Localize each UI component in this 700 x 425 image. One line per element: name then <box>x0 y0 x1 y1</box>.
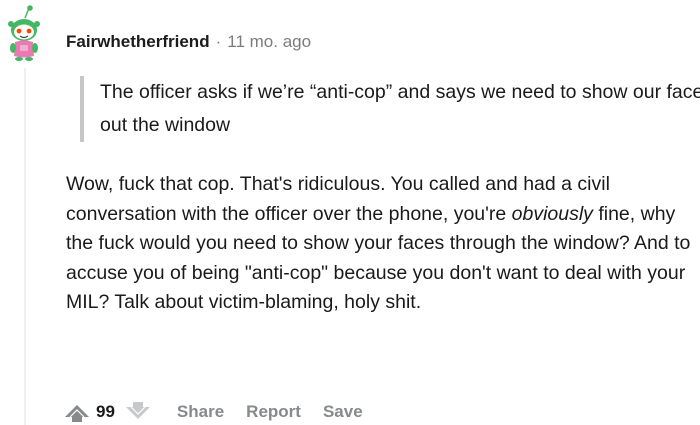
downvote-icon[interactable] <box>123 400 153 424</box>
comment-body-emphasis: obviously <box>511 202 593 225</box>
author-name[interactable]: Fairwhetherfriend <box>66 32 210 51</box>
avatar-icon[interactable] <box>6 4 42 64</box>
save-button[interactable]: Save <box>323 402 363 422</box>
upvote-icon[interactable] <box>62 400 92 424</box>
vote-score: 99 <box>96 402 115 421</box>
comment-actions: 99 Share Report Save <box>62 400 385 424</box>
share-button[interactable]: Share <box>177 402 224 422</box>
report-button[interactable]: Report <box>246 402 301 422</box>
timestamp[interactable]: 11 mo. ago <box>227 32 311 51</box>
comment-header: Fairwhetherfriend · 11 mo. ago <box>66 30 311 54</box>
meta-separator: · <box>215 32 222 51</box>
quoted-text: The officer asks if we’re “anti-cop” and… <box>80 76 700 142</box>
comment-body: Wow, fuck that cop. That's ridiculous. Y… <box>66 170 698 318</box>
thread-line[interactable] <box>24 68 26 425</box>
